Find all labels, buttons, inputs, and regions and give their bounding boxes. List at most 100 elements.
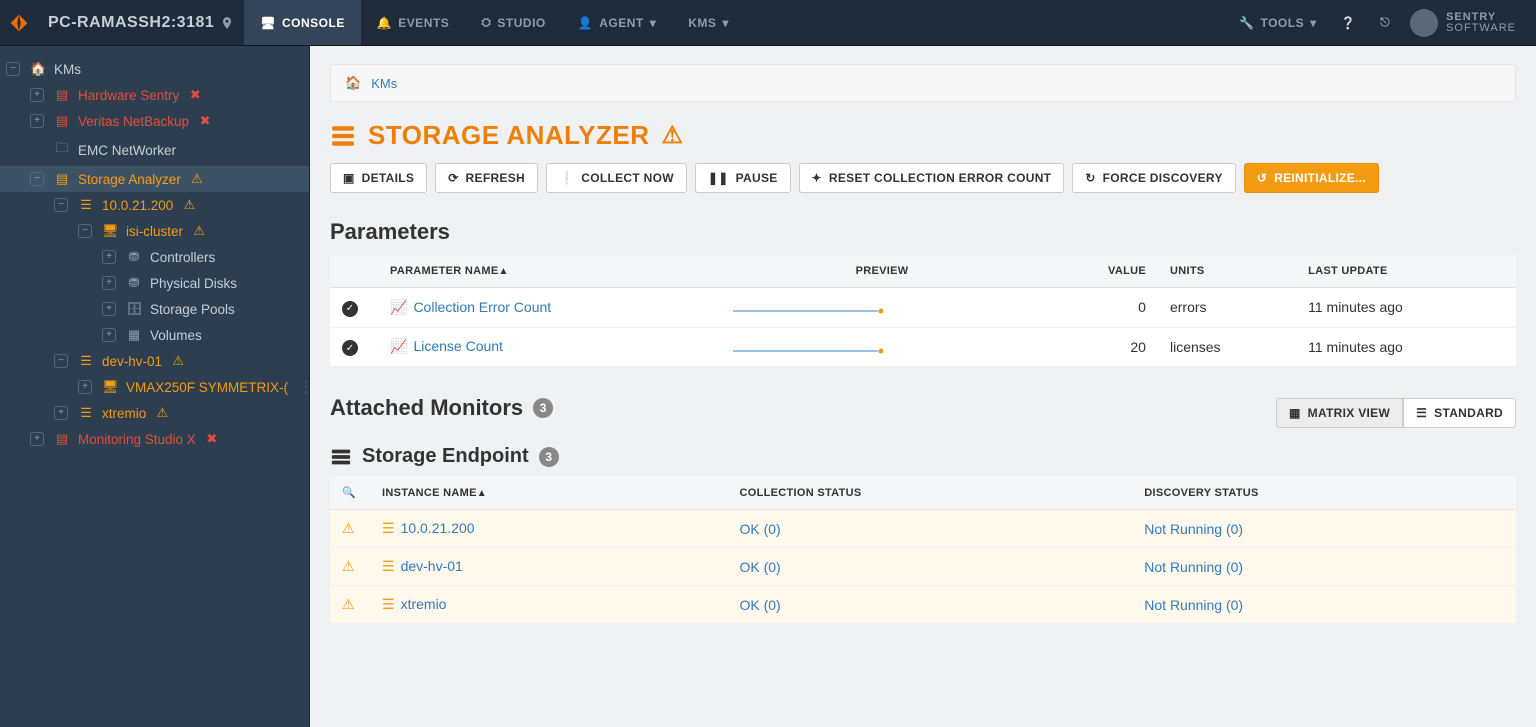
- col-value[interactable]: VALUE: [1043, 255, 1158, 288]
- logout-button[interactable]: ⎋: [1370, 0, 1400, 46]
- sort-asc-icon: ▲: [477, 488, 487, 499]
- instance-link[interactable]: xtremio: [401, 596, 447, 612]
- instance-link[interactable]: 10.0.21.200: [401, 520, 475, 536]
- disk-icon: ⛃: [126, 249, 142, 265]
- param-units: licenses: [1158, 327, 1296, 367]
- tree-storage-analyzer[interactable]: − ▤ Storage Analyzer ⚠: [0, 166, 309, 192]
- btn-label: REFRESH: [466, 171, 525, 185]
- breadcrumb-kms[interactable]: KMs: [371, 76, 397, 91]
- sidebar: ⋮ − 🏠 KMs + ▤ Hardware Sentry: [0, 46, 310, 727]
- folder-icon: 🗀: [54, 139, 70, 161]
- tree-volumes[interactable]: + ▦ Volumes: [0, 322, 309, 348]
- stack-icon: ▤: [54, 113, 70, 129]
- expand-icon[interactable]: +: [30, 88, 44, 102]
- tab-kms-label: KMs: [688, 16, 716, 30]
- reinitialize-button[interactable]: ↺REINITIALIZE...: [1244, 163, 1379, 193]
- col-units[interactable]: UNITS: [1158, 255, 1296, 288]
- expand-icon[interactable]: +: [102, 328, 116, 342]
- monitor-icon: 🖥: [260, 16, 276, 30]
- col-last-update[interactable]: LAST UPDATE: [1296, 255, 1516, 288]
- grid-icon: ▦: [1289, 406, 1301, 420]
- error-icon: ✖: [187, 87, 203, 103]
- collapse-icon[interactable]: −: [54, 354, 68, 368]
- tab-events[interactable]: 🔔 EVENTS: [361, 0, 465, 45]
- param-link[interactable]: Collection Error Count: [413, 299, 551, 315]
- discovery-status[interactable]: Not Running (0): [1144, 559, 1243, 575]
- tree-root-kms[interactable]: − 🏠 KMs: [0, 56, 309, 82]
- tree-vmax[interactable]: + 🖥 VMAX250F SYMMETRIX-(: [0, 374, 309, 400]
- home-icon[interactable]: 🏠: [345, 75, 361, 91]
- agent-icon: 👤: [578, 16, 593, 30]
- tree-isi-cluster[interactable]: − 🖥 isi-cluster ⚠: [0, 218, 309, 244]
- tab-kms[interactable]: KMs ▾: [672, 0, 745, 45]
- expand-icon[interactable]: +: [102, 250, 116, 264]
- tab-console-label: CONSOLE: [282, 16, 345, 30]
- brand-logo: [0, 0, 38, 45]
- top-nav: PC-RAMASSH2:3181 🖥 CONSOLE 🔔 EVENTS ⛭ ST…: [0, 0, 1536, 46]
- tree-emc-networker[interactable]: 🗀 EMC NetWorker: [0, 134, 309, 166]
- refresh-button[interactable]: ⟳REFRESH: [435, 163, 538, 193]
- expand-icon[interactable]: +: [54, 406, 68, 420]
- table-row: ✓ 📈License Count 20 licenses 11 minutes …: [330, 327, 1516, 367]
- tree-hardware-sentry[interactable]: + ▤ Hardware Sentry ✖: [0, 82, 309, 108]
- collapse-icon[interactable]: −: [6, 62, 20, 76]
- help-button[interactable]: ❔: [1331, 0, 1366, 46]
- tools-menu[interactable]: 🔧 TOOLS ▾: [1229, 0, 1327, 46]
- expand-icon[interactable]: +: [78, 380, 92, 394]
- location-icon: [220, 16, 234, 30]
- collapse-icon[interactable]: −: [54, 198, 68, 212]
- tree-controllers[interactable]: + ⛃ Controllers: [0, 244, 309, 270]
- param-link[interactable]: License Count: [413, 338, 503, 354]
- vendor-line1: SENTRY: [1446, 11, 1496, 23]
- heading-text: Storage Endpoint: [362, 445, 529, 468]
- collection-status[interactable]: OK (0): [739, 597, 780, 613]
- tree-endpoint-devhv[interactable]: − ☰ dev-hv-01 ⚠: [0, 348, 309, 374]
- help-icon: ❔: [1341, 16, 1356, 30]
- search-icon[interactable]: 🔍: [342, 487, 356, 499]
- expand-icon[interactable]: +: [30, 432, 44, 446]
- collection-status[interactable]: OK (0): [739, 559, 780, 575]
- col-preview[interactable]: PREVIEW: [721, 255, 1043, 288]
- tree-label: Hardware Sentry: [78, 88, 179, 103]
- instance-link[interactable]: dev-hv-01: [401, 558, 463, 574]
- collapse-icon[interactable]: −: [30, 172, 44, 186]
- tree-veritas-netbackup[interactable]: + ▤ Veritas NetBackup ✖: [0, 108, 309, 134]
- tree-monitoring-studio[interactable]: + ▤ Monitoring Studio X ✖: [0, 426, 309, 452]
- caret-down-icon: ▾: [722, 16, 729, 30]
- btn-label: COLLECT NOW: [581, 171, 674, 185]
- col-instance-name[interactable]: INSTANCE NAME▲: [370, 476, 727, 510]
- param-last: 11 minutes ago: [1296, 288, 1516, 328]
- btn-label: DETAILS: [362, 171, 415, 185]
- expand-icon[interactable]: +: [30, 114, 44, 128]
- col-collection-status[interactable]: COLLECTION STATUS: [727, 476, 1132, 510]
- reset-errors-button[interactable]: ✦RESET COLLECTION ERROR COUNT: [799, 163, 1065, 193]
- caret-down-icon: ▾: [650, 16, 657, 30]
- discovery-status[interactable]: Not Running (0): [1144, 597, 1243, 613]
- tab-studio[interactable]: ⛭ STUDIO: [465, 0, 561, 45]
- collection-status[interactable]: OK (0): [739, 521, 780, 537]
- tree-endpoint-xtremio[interactable]: + ☰ xtremio ⚠: [0, 400, 309, 426]
- col-parameter-name[interactable]: PARAMETER NAME▲: [378, 255, 721, 288]
- details-button[interactable]: ▣DETAILS: [330, 163, 427, 193]
- force-discovery-button[interactable]: ↻FORCE DISCOVERY: [1072, 163, 1235, 193]
- collect-now-button[interactable]: ❕ COLLECT NOW: [546, 163, 687, 193]
- col-discovery-status[interactable]: DISCOVERY STATUS: [1132, 476, 1516, 510]
- tab-console[interactable]: 🖥 CONSOLE: [244, 0, 361, 45]
- tree-storage-pools[interactable]: + 🗄 Storage Pools: [0, 296, 309, 322]
- vendor-line2: SOFTWARE: [1446, 23, 1516, 34]
- tree-endpoint-ip[interactable]: − ☰ 10.0.21.200 ⚠: [0, 192, 309, 218]
- tree-label: dev-hv-01: [102, 354, 162, 369]
- tree-physical-disks[interactable]: + ⛃ Physical Disks: [0, 270, 309, 296]
- heading-text: Attached Monitors: [330, 395, 523, 421]
- tab-agent[interactable]: 👤 AGENT ▾: [562, 0, 672, 45]
- discovery-status[interactable]: Not Running (0): [1144, 521, 1243, 537]
- expand-icon[interactable]: +: [102, 276, 116, 290]
- expand-icon[interactable]: +: [102, 302, 116, 316]
- table-row: ✓ 📈Collection Error Count 0 errors 11 mi…: [330, 288, 1516, 328]
- standard-view-button[interactable]: ☰STANDARD: [1403, 398, 1516, 428]
- collapse-icon[interactable]: −: [78, 224, 92, 238]
- pause-button[interactable]: ❚❚PAUSE: [695, 163, 791, 193]
- matrix-view-button[interactable]: ▦MATRIX VIEW: [1276, 398, 1403, 428]
- tree-label: Storage Analyzer: [78, 172, 181, 187]
- alert-icon: ❕: [559, 171, 574, 185]
